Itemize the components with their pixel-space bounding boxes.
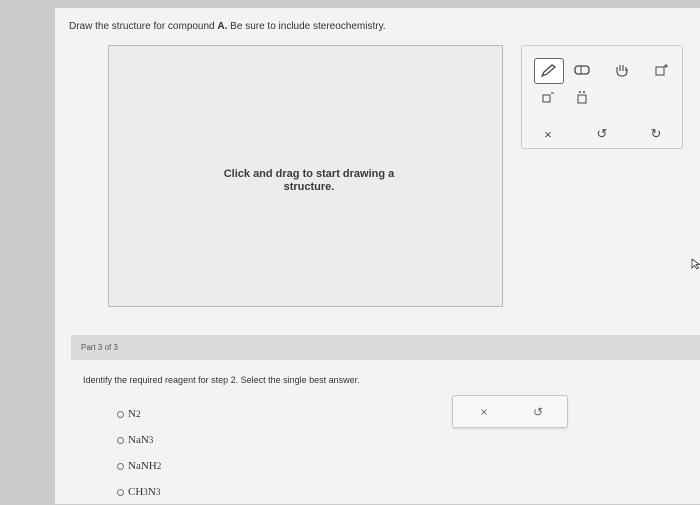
charge-plus-icon[interactable] <box>648 58 676 82</box>
option-subscript: 2 <box>156 461 162 471</box>
clear-icon[interactable]: × <box>534 122 562 146</box>
undo-answer-button[interactable]: ↺ <box>529 403 547 421</box>
option-subscript: 2 <box>135 409 141 419</box>
lone-pair-icon[interactable] <box>568 86 596 110</box>
drawing-canvas[interactable]: Click and drag to start drawing a struct… <box>108 45 503 307</box>
answer-options: N2 NaN 3 NaNH 2 CH 3 N 3 <box>117 401 161 505</box>
option-ch3n3[interactable]: CH 3 N 3 <box>117 479 161 505</box>
question-text: Identify the required reagent for step 2… <box>83 375 360 385</box>
instruction-text: Draw the structure for compound A. Be su… <box>69 21 386 32</box>
radio-button[interactable] <box>117 436 124 444</box>
undo-icon[interactable]: ↺ <box>588 122 616 146</box>
option-subscript-2: 3 <box>155 487 161 497</box>
redo-icon[interactable]: ↻ <box>642 122 670 146</box>
option-n2[interactable]: N2 <box>117 401 161 427</box>
answer-actions: × ↺ <box>452 395 568 428</box>
option-text: NaN <box>128 434 149 446</box>
canvas-hint-line1: Click and drag to start drawing a <box>223 168 395 180</box>
radio-button[interactable] <box>117 410 124 418</box>
undo-icon: ↺ <box>532 405 544 419</box>
instruction-prefix: Draw the structure for compound <box>69 21 218 32</box>
canvas-hint: Click and drag to start drawing a struct… <box>204 168 414 194</box>
page: Draw the structure for compound A. Be su… <box>55 8 700 504</box>
clear-answer-button[interactable]: × <box>475 403 493 421</box>
mouse-cursor-icon <box>691 258 700 270</box>
part-label: Part 3 of 3 <box>81 343 118 352</box>
option-text: CH <box>128 486 144 498</box>
radio-button[interactable] <box>117 462 124 470</box>
option-nanh2[interactable]: NaNH 2 <box>117 453 161 479</box>
instruction-suffix: Be sure to include stereochemistry. <box>227 21 386 32</box>
close-icon: × <box>480 405 488 419</box>
option-nan3[interactable]: NaN 3 <box>117 427 161 453</box>
option-text: NaNH <box>128 460 157 472</box>
canvas-hint-line2: structure. <box>283 181 335 193</box>
radio-button[interactable] <box>117 488 124 496</box>
option-text-rest: N <box>147 486 156 498</box>
part-header: Part 3 of 3 <box>71 335 700 360</box>
charge-minus-icon[interactable] <box>534 86 562 110</box>
option-subscript: 3 <box>148 435 154 445</box>
pencil-icon[interactable] <box>534 58 564 84</box>
drawing-toolbar: × ↺ ↻ <box>521 45 683 149</box>
compound-label: A. <box>217 21 228 32</box>
hand-icon[interactable] <box>608 58 636 82</box>
option-text: N <box>128 408 136 420</box>
eraser-icon[interactable] <box>568 58 596 82</box>
